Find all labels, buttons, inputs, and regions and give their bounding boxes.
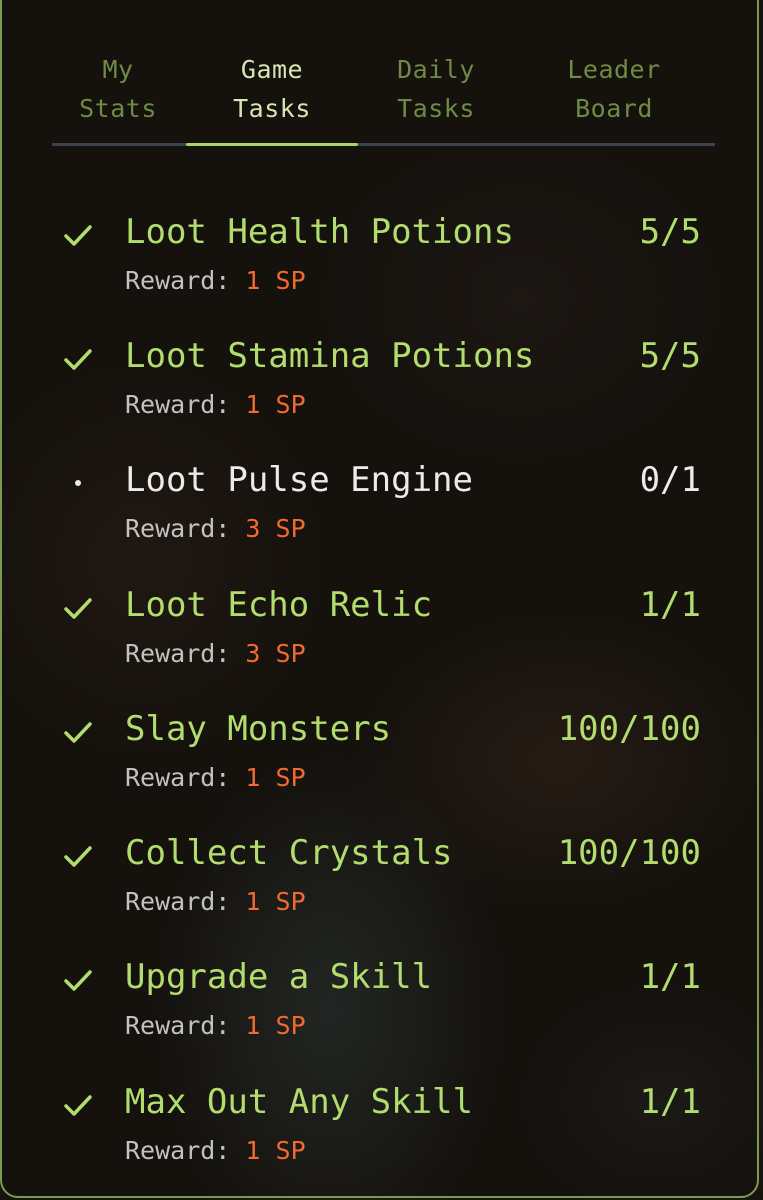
reward-label: Reward: bbox=[125, 1011, 246, 1040]
task-reward: Reward: 1 SP bbox=[125, 1010, 306, 1042]
task-progress: 100/100 bbox=[557, 709, 701, 749]
tab-my-stats[interactable]: My Stats bbox=[70, 50, 166, 128]
task-title: Loot Echo Relic bbox=[125, 585, 433, 625]
task-progress: 0/1 bbox=[639, 460, 701, 500]
task-row[interactable]: Collect Crystals 100/100 Reward: 1 SP bbox=[0, 828, 763, 938]
task-row[interactable]: Loot Echo Relic 1/1 Reward: 3 SP bbox=[0, 580, 763, 690]
reward-value: 3 SP bbox=[245, 514, 306, 543]
reward-value: 1 SP bbox=[245, 390, 306, 419]
task-row[interactable]: Loot Stamina Potions 5/5 Reward: 1 SP bbox=[0, 331, 763, 441]
check-icon bbox=[64, 349, 92, 370]
tab-leader-board[interactable]: Leader Board bbox=[554, 50, 674, 128]
check-icon bbox=[64, 722, 92, 743]
task-title: Slay Monsters bbox=[125, 709, 392, 749]
reward-label: Reward: bbox=[125, 887, 246, 916]
check-icon bbox=[64, 225, 92, 246]
task-progress: 1/1 bbox=[639, 1082, 701, 1122]
task-row[interactable]: Slay Monsters 100/100 Reward: 1 SP bbox=[0, 704, 763, 814]
task-title: Max Out Any Skill bbox=[125, 1082, 473, 1122]
task-row[interactable]: Max Out Any Skill 1/1 Reward: 1 SP bbox=[0, 1077, 763, 1187]
task-title: Upgrade a Skill bbox=[125, 957, 433, 997]
task-reward: Reward: 3 SP bbox=[125, 638, 306, 670]
check-icon bbox=[64, 1095, 92, 1116]
check-icon bbox=[64, 846, 92, 867]
reward-value: 1 SP bbox=[245, 1136, 306, 1165]
task-reward: Reward: 3 SP bbox=[125, 513, 306, 545]
task-progress: 100/100 bbox=[557, 833, 701, 873]
task-title: Loot Health Potions bbox=[125, 212, 514, 252]
check-icon bbox=[64, 970, 92, 991]
reward-label: Reward: bbox=[125, 1136, 246, 1165]
tab-game-tasks[interactable]: Game Tasks bbox=[222, 50, 322, 128]
task-reward: Reward: 1 SP bbox=[125, 389, 306, 421]
reward-value: 1 SP bbox=[245, 266, 306, 295]
task-reward: Reward: 1 SP bbox=[125, 886, 306, 918]
task-progress: 1/1 bbox=[639, 957, 701, 997]
reward-value: 1 SP bbox=[245, 763, 306, 792]
reward-value: 3 SP bbox=[245, 639, 306, 668]
tab-bar: My Stats Game Tasks Daily Tasks Leader B… bbox=[52, 46, 715, 146]
reward-value: 1 SP bbox=[245, 887, 306, 916]
task-title: Loot Stamina Potions bbox=[125, 336, 535, 376]
task-reward: Reward: 1 SP bbox=[125, 762, 306, 794]
task-title: Loot Pulse Engine bbox=[125, 460, 473, 500]
reward-label: Reward: bbox=[125, 390, 246, 419]
tab-daily-tasks[interactable]: Daily Tasks bbox=[386, 50, 486, 128]
active-tab-indicator bbox=[186, 143, 358, 146]
check-icon bbox=[64, 598, 92, 619]
task-row[interactable]: Upgrade a Skill 1/1 Reward: 1 SP bbox=[0, 952, 763, 1062]
task-row[interactable]: Loot Health Potions 5/5 Reward: 1 SP bbox=[0, 207, 763, 317]
task-row[interactable]: Loot Pulse Engine 0/1 Reward: 3 SP bbox=[0, 455, 763, 565]
task-reward: Reward: 1 SP bbox=[125, 1135, 306, 1167]
task-progress: 5/5 bbox=[639, 212, 701, 252]
task-progress: 5/5 bbox=[639, 336, 701, 376]
bullet-icon bbox=[75, 480, 81, 486]
reward-label: Reward: bbox=[125, 639, 246, 668]
reward-label: Reward: bbox=[125, 763, 246, 792]
task-title: Collect Crystals bbox=[125, 833, 453, 873]
reward-label: Reward: bbox=[125, 266, 246, 295]
task-progress: 1/1 bbox=[639, 585, 701, 625]
reward-label: Reward: bbox=[125, 514, 246, 543]
reward-value: 1 SP bbox=[245, 1011, 306, 1040]
task-reward: Reward: 1 SP bbox=[125, 265, 306, 297]
